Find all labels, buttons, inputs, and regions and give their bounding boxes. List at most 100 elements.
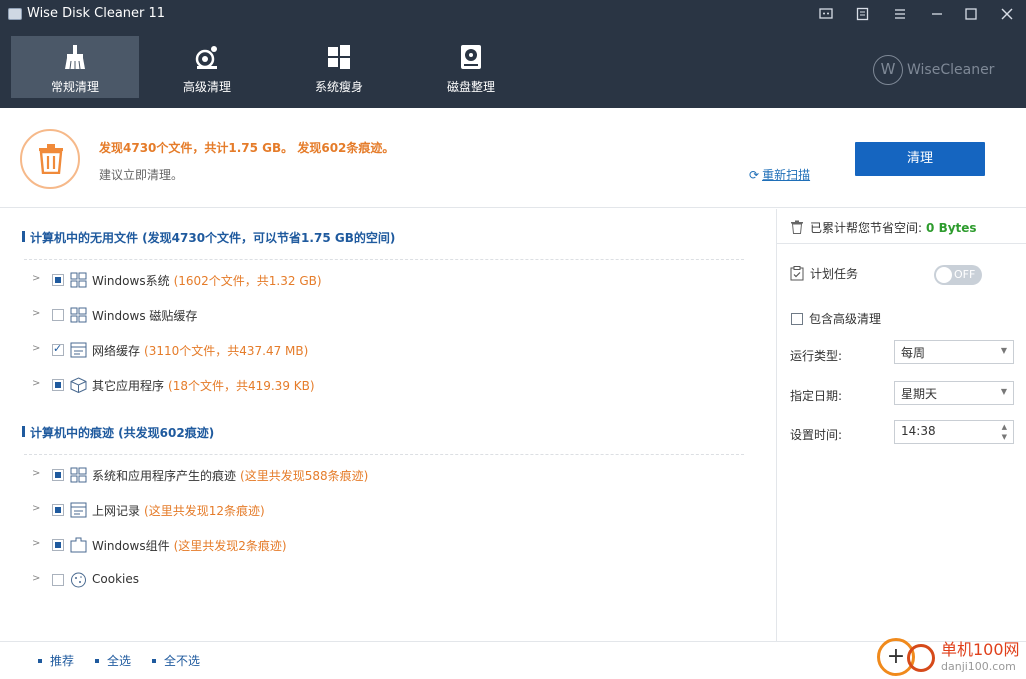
checkbox[interactable] <box>52 539 64 551</box>
time-value: 14:38 <box>901 424 936 438</box>
toggle-knob <box>936 267 952 283</box>
list-item[interactable]: > Windows系统 (1602个文件，共1.32 GB) <box>30 269 730 291</box>
item-info: (1602个文件，共1.32 GB) <box>173 274 322 288</box>
trash-badge <box>20 129 80 189</box>
checkbox[interactable] <box>52 504 64 516</box>
checkbox[interactable] <box>52 379 64 391</box>
clean-button[interactable]: 清理 <box>855 142 985 176</box>
chevron-right-icon[interactable]: > <box>32 503 40 514</box>
watermark-title: 单机100网 <box>941 640 1020 659</box>
chevron-right-icon[interactable]: > <box>32 343 40 354</box>
day-value: 星期天 <box>901 387 938 401</box>
browser-history-icon <box>70 502 87 518</box>
time-input[interactable]: 14:38 ▲ ▼ <box>894 420 1014 444</box>
tab-common-clean[interactable]: 常规清理 <box>11 36 139 98</box>
time-label: 设置时间: <box>790 428 843 442</box>
menu-icon[interactable] <box>889 3 911 25</box>
package-icon <box>70 377 87 393</box>
item-label: Windows系统 <box>92 274 170 288</box>
schedule-panel: 已累计帮您节省空间: 0 Bytes 计划任务 OFF 包含高级清理 运行类型: … <box>776 209 1026 641</box>
maximize-icon[interactable] <box>960 3 982 25</box>
windows-slim-icon <box>328 45 350 69</box>
list-item[interactable]: > 其它应用程序 (18个文件，共419.39 KB) <box>30 374 730 396</box>
clipboard-check-icon <box>790 266 804 281</box>
recommend-link[interactable]: 推荐 <box>38 652 74 669</box>
trash-icon <box>39 144 63 174</box>
tab-label: 磁盘整理 <box>446 80 495 94</box>
item-info: (这里共发现2条痕迹) <box>173 539 287 553</box>
chevron-right-icon[interactable]: > <box>32 468 40 479</box>
trash-icon <box>791 220 803 234</box>
chevron-right-icon[interactable]: > <box>32 308 40 319</box>
run-type-value: 每周 <box>901 346 926 360</box>
item-info: (18个文件，共419.39 KB) <box>168 379 315 393</box>
saved-value: 0 Bytes <box>926 221 977 235</box>
chevron-right-icon[interactable]: > <box>32 378 40 389</box>
list-item[interactable]: > Windows组件 (这里共发现2条痕迹) <box>30 534 730 556</box>
clean-item-list: 计算机中的无用文件 (发现4730个文件，可以节省1.75 GB的空间) > W… <box>0 209 776 641</box>
feedback-icon[interactable] <box>815 3 837 25</box>
tab-disk-defrag[interactable]: 磁盘整理 <box>407 36 535 98</box>
item-label: Windows 磁贴缓存 <box>92 309 198 323</box>
schedule-row: 计划任务 <box>790 265 858 282</box>
section-title-traces: 计算机中的痕迹 (共发现602痕迹) <box>21 426 215 440</box>
chevron-right-icon[interactable]: > <box>32 538 40 549</box>
chevron-right-icon[interactable]: > <box>32 573 40 584</box>
disk-defrag-icon <box>461 45 481 69</box>
close-icon[interactable] <box>996 3 1018 25</box>
checkbox[interactable] <box>52 274 64 286</box>
dropdown-arrow-icon: ▼ <box>1000 346 1007 355</box>
divider <box>24 454 744 455</box>
spinner-icon[interactable]: ▲ ▼ <box>1002 422 1007 442</box>
item-label: Cookies <box>92 572 139 586</box>
checkbox[interactable] <box>52 574 64 586</box>
refresh-icon: ⟳ <box>749 168 760 182</box>
checkbox[interactable] <box>52 469 64 481</box>
list-item[interactable]: > 系统和应用程序产生的痕迹 (这里共发现588条痕迹) <box>30 464 730 486</box>
checkbox[interactable] <box>52 342 64 356</box>
dropdown-arrow-icon: ▼ <box>1000 387 1007 396</box>
include-advanced-checkbox[interactable]: 包含高级清理 <box>791 310 881 327</box>
rescan-link[interactable]: ⟳ 重新扫描 <box>749 166 810 183</box>
windows-icon <box>70 272 87 288</box>
schedule-label: 计划任务 <box>810 267 859 281</box>
day-select[interactable]: 星期天 ▼ <box>894 381 1014 405</box>
day-label: 指定日期: <box>790 389 843 403</box>
item-label: 其它应用程序 <box>92 379 165 393</box>
brand-logo: W WiseCleaner <box>873 55 994 85</box>
found-summary: 发现4730个文件，共计1.75 GB。 发现602条痕迹。 <box>99 141 395 155</box>
list-item[interactable]: > 上网记录 (这里共发现12条痕迹) <box>30 499 730 521</box>
schedule-toggle[interactable]: OFF <box>934 265 982 285</box>
item-info: (这里共发现588条痕迹) <box>240 469 369 483</box>
run-type-label: 运行类型: <box>790 349 843 363</box>
run-type-select[interactable]: 每周 ▼ <box>894 340 1014 364</box>
brand-name: WiseCleaner <box>907 62 995 78</box>
watermark-ring <box>907 644 935 672</box>
divider <box>24 259 744 260</box>
edit-icon[interactable] <box>852 3 874 25</box>
chevron-right-icon[interactable]: > <box>32 273 40 284</box>
watermark-logo: + 单机100网 danji100.com <box>877 636 1025 678</box>
list-item[interactable]: > 网络缓存(3110个文件，共437.47 MB) <box>30 339 730 361</box>
list-item[interactable]: > Windows 磁贴缓存 <box>30 304 730 326</box>
tab-system-slim[interactable]: 系统瘦身 <box>275 36 403 98</box>
checkbox[interactable] <box>791 313 803 325</box>
checkbox[interactable] <box>52 309 64 321</box>
network-cache-icon <box>70 342 87 358</box>
item-label: Windows组件 <box>92 539 170 553</box>
select-none-link[interactable]: 全不选 <box>152 652 200 669</box>
advanced-clean-icon <box>195 46 217 69</box>
rescan-label: 重新扫描 <box>762 168 811 182</box>
minimize-icon[interactable] <box>926 3 948 25</box>
brand-mark: W <box>873 55 903 85</box>
list-item[interactable]: > Cookies <box>30 569 730 591</box>
tab-label: 常规清理 <box>50 80 99 94</box>
select-all-link[interactable]: 全选 <box>95 652 131 669</box>
item-label: 系统和应用程序产生的痕迹 <box>92 469 237 483</box>
toggle-state: OFF <box>954 268 976 281</box>
top-bar: Wise Disk Cleaner 11 常规清理 高级清理 系统瘦身 磁盘整理… <box>0 0 1026 108</box>
tab-advanced-clean[interactable]: 高级清理 <box>143 36 271 98</box>
watermark-url: danji100.com <box>941 660 1016 673</box>
windows-icon <box>70 467 87 483</box>
saved-label: 已累计帮您节省空间: <box>810 221 923 235</box>
